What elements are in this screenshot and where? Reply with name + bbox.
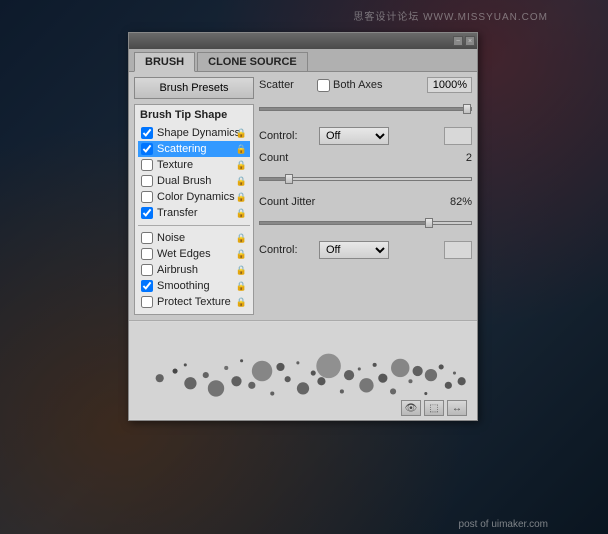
- count-slider-track[interactable]: [259, 177, 472, 181]
- brush-item-noise[interactable]: Noise 🔒: [138, 230, 250, 246]
- count-jitter-label: Count Jitter: [259, 196, 329, 208]
- lock-icon: 🔒: [236, 176, 247, 187]
- brush-item-label: Color Dynamics: [157, 191, 235, 203]
- both-axes-checkbox[interactable]: [317, 79, 330, 92]
- brush-item-label: Texture: [157, 159, 193, 171]
- brush-item-smoothing[interactable]: Smoothing 🔒: [138, 278, 250, 294]
- control2-label: Control:: [259, 244, 314, 256]
- preview-arrow-button[interactable]: ↔: [447, 400, 467, 416]
- count-jitter-value: 82%: [444, 196, 472, 208]
- count-value: 2: [444, 152, 472, 164]
- eye-icon: 👁: [405, 403, 418, 414]
- scatter-slider-track[interactable]: [259, 107, 472, 111]
- panel-titlebar: − ×: [129, 33, 477, 49]
- control2-select[interactable]: Off: [319, 241, 389, 259]
- brush-item-shape-dynamics[interactable]: Shape Dynamics 🔒: [138, 125, 250, 141]
- brush-item-label: Protect Texture: [157, 296, 231, 308]
- brush-tip-section-title: Brush Tip Shape: [138, 109, 250, 121]
- brush-item-color-dynamics[interactable]: Color Dynamics 🔒: [138, 189, 250, 205]
- lock-icon: 🔒: [236, 144, 247, 155]
- checkbox-transfer[interactable]: [141, 207, 153, 219]
- brush-panel: − × BRUSH CLONE SOURCE Brush Presets Bru…: [128, 32, 478, 421]
- count-slider-container: [259, 171, 472, 187]
- checkbox-wet-edges[interactable]: [141, 248, 153, 260]
- lock-icon: 🔒: [236, 297, 247, 308]
- scatter-slider-thumb[interactable]: [463, 104, 471, 114]
- credit-text: post of uimaker.com: [459, 519, 548, 530]
- checkbox-dual-brush[interactable]: [141, 175, 153, 187]
- brush-list: Brush Tip Shape Shape Dynamics 🔒 Scatter…: [134, 104, 254, 315]
- grid-icon: ⬚: [429, 403, 438, 414]
- control1-row: Control: Off: [259, 127, 472, 145]
- lock-icon: 🔒: [236, 265, 247, 276]
- control2-row: Control: Off: [259, 241, 472, 259]
- count-jitter-row: Count Jitter 82%: [259, 196, 472, 208]
- brush-item-dual-brush[interactable]: Dual Brush 🔒: [138, 173, 250, 189]
- lock-icon: 🔒: [236, 281, 247, 292]
- brush-item-scattering[interactable]: Scattering 🔒: [138, 141, 250, 157]
- right-panel: Scatter Both Axes 1000% Control: Off: [259, 77, 472, 315]
- lock-icon: 🔒: [236, 160, 247, 171]
- minimize-button[interactable]: −: [453, 36, 463, 46]
- lock-icon: 🔒: [236, 233, 247, 244]
- preview-area: 👁 ⬚ ↔: [129, 320, 477, 420]
- checkbox-noise[interactable]: [141, 232, 153, 244]
- checkbox-smoothing[interactable]: [141, 280, 153, 292]
- brush-item-label: Scattering: [157, 143, 207, 155]
- preview-square-button[interactable]: ⬚: [424, 400, 444, 416]
- checkbox-texture[interactable]: [141, 159, 153, 171]
- checkbox-airbrush[interactable]: [141, 264, 153, 276]
- checkbox-color-dynamics[interactable]: [141, 191, 153, 203]
- close-button[interactable]: ×: [465, 36, 475, 46]
- count-row: Count 2: [259, 152, 472, 164]
- lock-icon: 🔒: [236, 128, 247, 139]
- brush-item-airbrush[interactable]: Airbrush 🔒: [138, 262, 250, 278]
- brush-item-label: Wet Edges: [157, 248, 211, 260]
- brush-item-wet-edges[interactable]: Wet Edges 🔒: [138, 246, 250, 262]
- checkbox-protect-texture[interactable]: [141, 296, 153, 308]
- count-label: Count: [259, 152, 329, 164]
- brush-item-protect-texture[interactable]: Protect Texture 🔒: [138, 294, 250, 310]
- brush-item-label: Noise: [157, 232, 185, 244]
- tab-clone-source[interactable]: CLONE SOURCE: [197, 52, 308, 71]
- brush-item-texture[interactable]: Texture 🔒: [138, 157, 250, 173]
- tab-brush[interactable]: BRUSH: [134, 52, 195, 72]
- panel-body: Brush Presets Brush Tip Shape Shape Dyna…: [129, 72, 477, 320]
- lock-icon: 🔒: [236, 192, 247, 203]
- brush-item-label: Transfer: [157, 207, 198, 219]
- checkbox-shape-dynamics[interactable]: [141, 127, 153, 139]
- brush-item-label: Airbrush: [157, 264, 198, 276]
- count-jitter-slider-thumb[interactable]: [425, 218, 433, 228]
- lock-icon: 🔒: [236, 249, 247, 260]
- scatter-label: Scatter: [259, 79, 309, 91]
- count-jitter-slider-container: [259, 215, 472, 231]
- brush-item-transfer[interactable]: Transfer 🔒: [138, 205, 250, 221]
- tabs-row: BRUSH CLONE SOURCE: [129, 49, 477, 72]
- brush-item-label: Dual Brush: [157, 175, 211, 187]
- resize-icon: ↔: [452, 403, 462, 414]
- brush-item-label: Smoothing: [157, 280, 210, 292]
- checkbox-scattering[interactable]: [141, 143, 153, 155]
- scatter-slider-container: [259, 101, 472, 117]
- control1-label: Control:: [259, 130, 314, 142]
- watermark-text: 思客设计论坛 WWW.MISSYUAN.COM: [353, 8, 548, 23]
- left-panel: Brush Presets Brush Tip Shape Shape Dyna…: [134, 77, 254, 315]
- control1-select[interactable]: Off: [319, 127, 389, 145]
- count-jitter-slider-track[interactable]: [259, 221, 472, 225]
- scatter-value: 1000%: [427, 77, 472, 93]
- count-slider-thumb[interactable]: [285, 174, 293, 184]
- preview-toolbar: 👁 ⬚ ↔: [401, 400, 467, 416]
- both-axes-label[interactable]: Both Axes: [317, 79, 383, 92]
- lock-icon: 🔒: [236, 208, 247, 219]
- brush-item-label: Shape Dynamics: [157, 127, 240, 139]
- control2-value-box: [444, 241, 472, 259]
- control1-value-box: [444, 127, 472, 145]
- preview-eye-button[interactable]: 👁: [401, 400, 421, 416]
- brush-presets-button[interactable]: Brush Presets: [134, 77, 254, 99]
- divider: [138, 225, 250, 226]
- scatter-row: Scatter Both Axes 1000%: [259, 77, 472, 93]
